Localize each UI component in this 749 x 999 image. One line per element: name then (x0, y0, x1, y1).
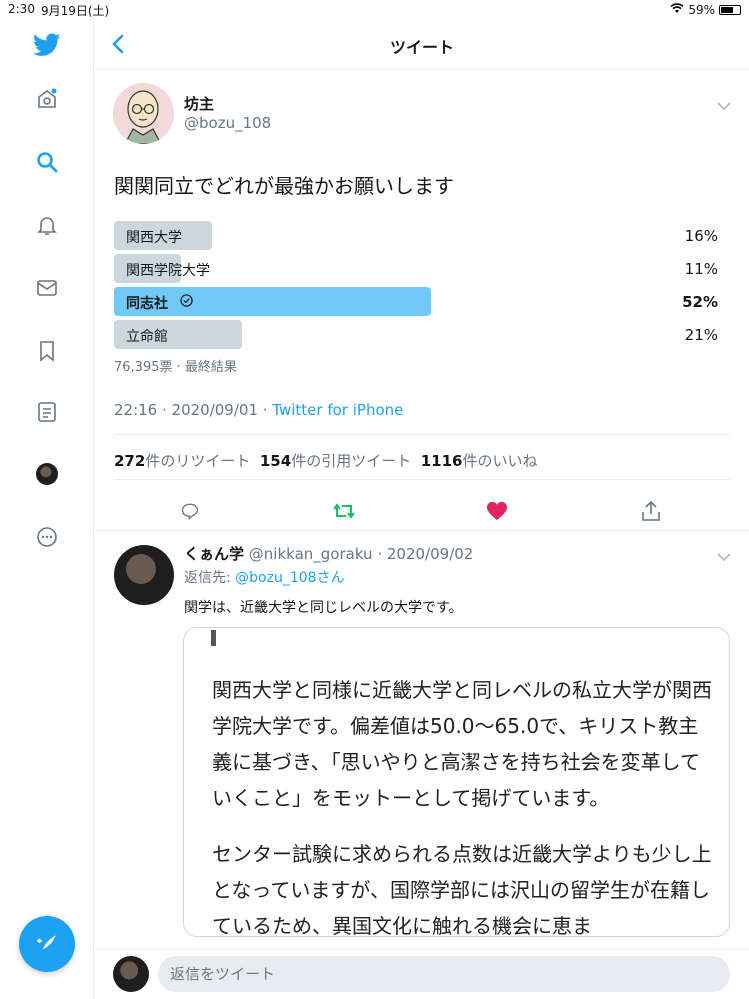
share-icon[interactable] (636, 496, 666, 526)
reply-input[interactable] (158, 956, 730, 992)
battery-percent: 59% (688, 3, 715, 17)
poll-option: 関西学院大学 11% (114, 253, 724, 286)
tweet-actions (95, 490, 749, 530)
poll-option-percent: 11% (684, 260, 718, 278)
chevron-down-icon[interactable] (717, 547, 731, 566)
poll: 関西大学 16% 関西学院大学 11% 同志社 52% 立命館 21% (114, 220, 724, 352)
reply-icon[interactable] (175, 496, 205, 526)
poll-option-label: 関西学院大学 (126, 263, 210, 279)
author-name[interactable]: 坊主 (184, 93, 214, 114)
retweet-label[interactable]: 件のリツイート (145, 452, 250, 470)
header: ツイート (95, 20, 749, 69)
poll-option-percent: 21% (684, 326, 718, 344)
tweet-timestamp: 22:16 · 2020/09/01 · Twitter for iPhone (114, 401, 403, 419)
author-avatar[interactable] (113, 83, 174, 144)
status-time: 2:30 (8, 1, 35, 16)
status-date: 9月19日(土) (40, 3, 110, 18)
chevron-down-icon[interactable] (717, 96, 731, 115)
wifi-icon (670, 3, 684, 17)
text-cursor (211, 630, 216, 646)
reply-handle-date[interactable]: @nikkan_goraku · 2020/09/02 (249, 545, 474, 563)
quote-count[interactable]: 154 (260, 452, 291, 470)
poll-option: 同志社 52% (114, 286, 724, 319)
retweet-count[interactable]: 272 (114, 452, 145, 470)
poll-option: 関西大学 16% (114, 220, 724, 253)
like-heart-icon[interactable] (482, 496, 512, 526)
page-title: ツイート (389, 38, 454, 57)
poll-option-label: 立命館 (126, 329, 168, 345)
reply-to: 返信先: @bozu_108さん (184, 567, 345, 587)
poll-option-percent: 52% (682, 293, 718, 311)
reply-author-avatar[interactable] (114, 545, 174, 605)
compose-tweet-button[interactable] (19, 916, 75, 972)
reply-header: くぁん学 @nikkan_goraku · 2020/09/02 (184, 543, 473, 564)
check-circle-icon (180, 294, 193, 311)
search-icon[interactable] (32, 147, 62, 177)
tweet-text: 関関同立でどれが最強かお願いします (114, 174, 454, 198)
reply-to-handle[interactable]: @bozu_108さん (235, 570, 344, 586)
poll-option: 立命館 21% (114, 319, 724, 352)
reply-text: 関学は、近畿大学と同じレベルの大学です。 (184, 600, 463, 616)
poll-option-label: 同志社 (126, 296, 168, 312)
messages-envelope-icon[interactable] (32, 273, 62, 303)
attached-image-card[interactable]: 関西大学と同様に近畿大学と同レベルの私立大学が関西学院大学です。偏差値は50.0… (183, 627, 730, 937)
divider (114, 434, 730, 435)
reply-author-name[interactable]: くぁん学 (184, 545, 244, 563)
reply-to-prefix: 返信先: (184, 570, 236, 586)
like-count[interactable]: 1116 (421, 452, 463, 470)
timestamp-text: 22:16 · 2020/09/01 · (114, 401, 273, 419)
twitter-logo-icon[interactable] (32, 30, 62, 60)
notifications-bell-icon[interactable] (32, 210, 62, 240)
tweet-stats: 272件のリツイート 154件の引用ツイート 1116件のいいね (114, 450, 538, 471)
user-avatar[interactable] (113, 956, 149, 992)
reply-compose-bar (95, 948, 749, 999)
like-label[interactable]: 件のいいね (463, 452, 538, 470)
home-icon[interactable] (32, 84, 62, 114)
card-paragraph-1: 関西大学と同様に近畿大学と同レベルの私立大学が関西学院大学です。偏差値は50.0… (212, 678, 712, 810)
poll-option-percent: 16% (684, 227, 718, 245)
poll-option-label: 関西大学 (126, 230, 182, 246)
lists-icon[interactable] (32, 397, 62, 427)
author-handle[interactable]: @bozu_108 (184, 114, 271, 132)
tweet-source-link[interactable]: Twitter for iPhone (272, 401, 403, 419)
reply-tweet[interactable]: くぁん学 @nikkan_goraku · 2020/09/02 返信先: @b… (95, 530, 749, 948)
bookmarks-icon[interactable] (32, 336, 62, 366)
status-bar: 2:30 9月19日(土) 59% (0, 0, 749, 20)
profile-avatar[interactable] (32, 459, 62, 489)
divider (114, 479, 730, 480)
quote-label[interactable]: 件の引用ツイート (291, 452, 411, 470)
battery-icon (719, 5, 741, 15)
poll-meta: 76,395票 · 最終結果 (114, 360, 237, 375)
sidebar (0, 20, 94, 999)
more-options-icon[interactable] (32, 522, 62, 552)
retweet-icon[interactable] (329, 496, 359, 526)
card-paragraph-2: センター試験に求められる点数は近畿大学よりも少し上となっていますが、国際学部には… (212, 842, 712, 937)
